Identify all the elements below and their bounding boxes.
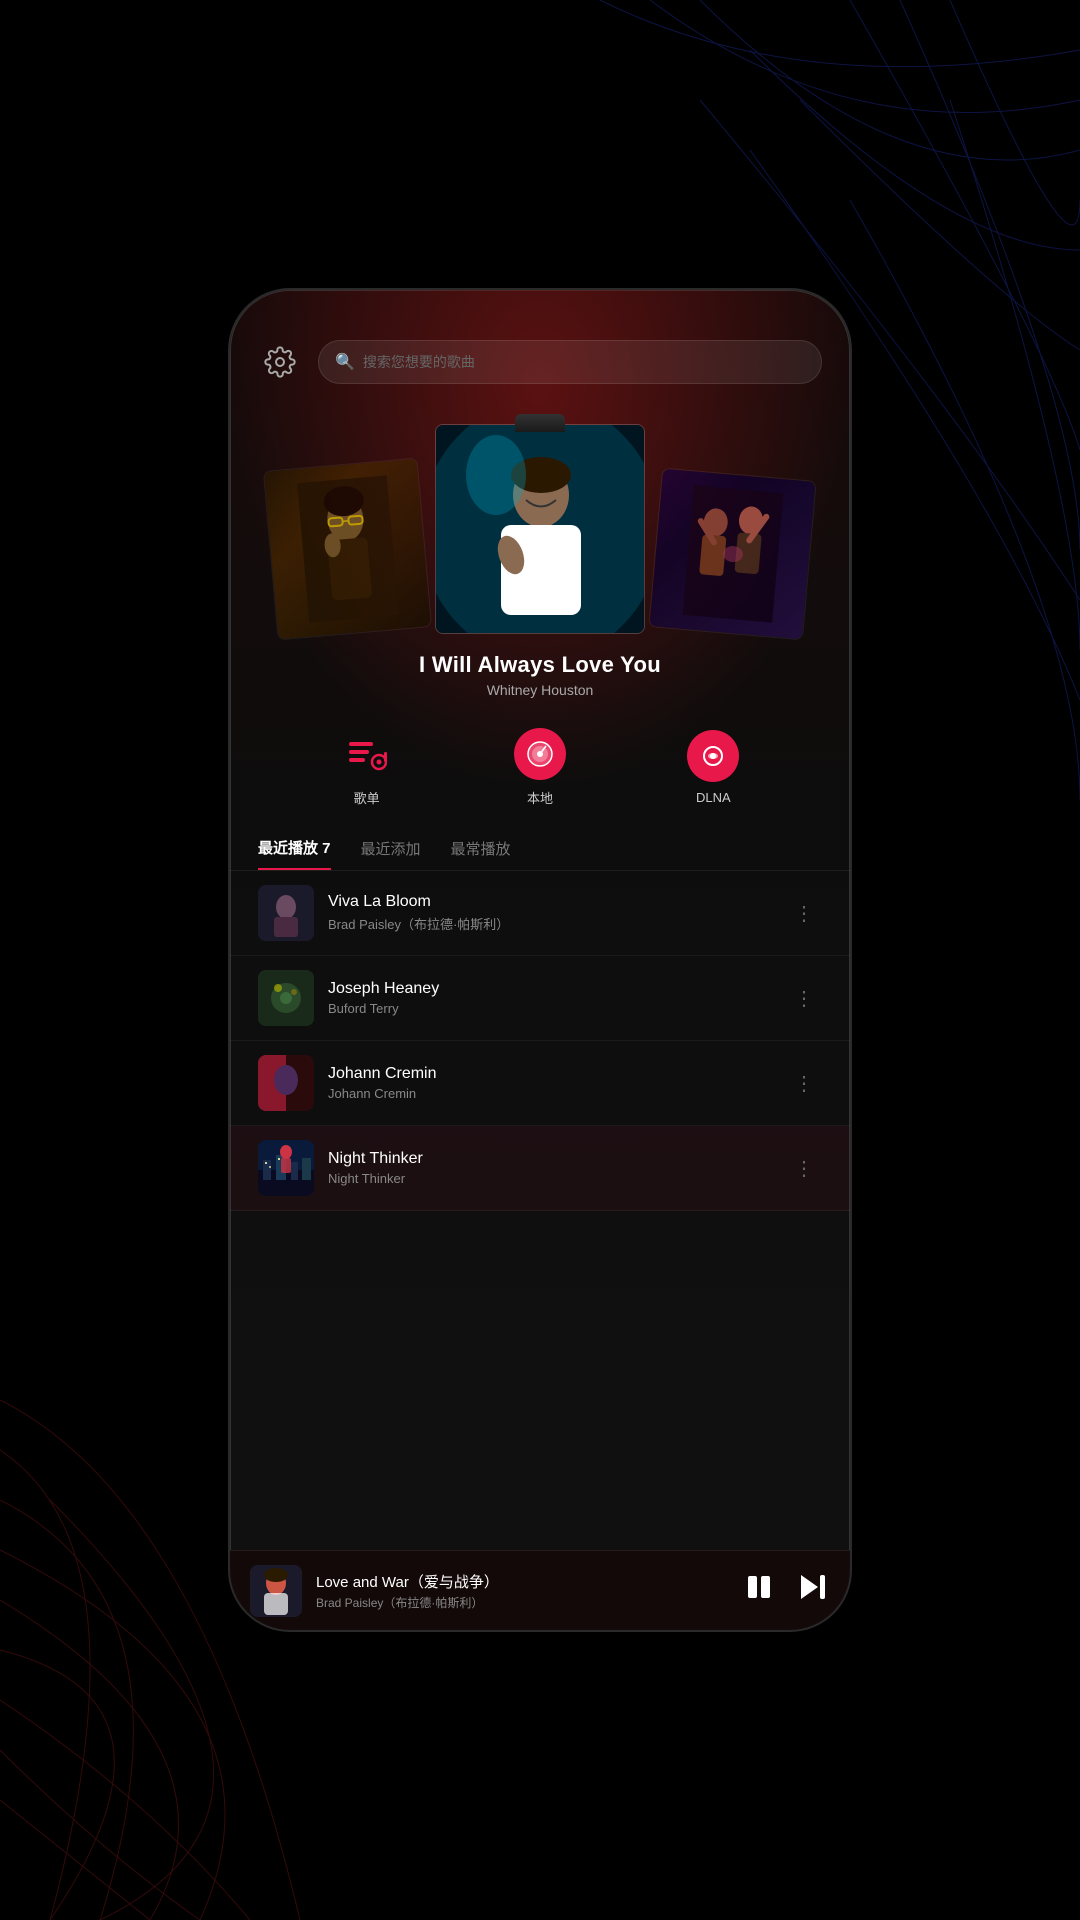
local-icon (514, 728, 566, 780)
song-thumb-3 (258, 1055, 314, 1111)
song-artist-3: Johann Cremin (328, 1086, 772, 1101)
nav-local[interactable]: 本地 (514, 728, 566, 807)
song-info-4: Night Thinker Night Thinker (328, 1150, 772, 1186)
song-title-3: Johann Cremin (328, 1065, 772, 1083)
song-row[interactable]: Joseph Heaney Buford Terry ⋮ (230, 956, 850, 1041)
song-title-4: Night Thinker (328, 1150, 772, 1168)
song-info-3: Johann Cremin Johann Cremin (328, 1065, 772, 1101)
song-artist-2: Buford Terry (328, 1001, 772, 1016)
song-row[interactable]: Viva La Bloom Brad Paisley（布拉德·帕斯利） ⋮ (230, 871, 850, 956)
tab-frequent[interactable]: 最常播放 (451, 838, 511, 869)
bar-controls (742, 1570, 830, 1611)
bar-song-title: Love and War（爱与战争） (316, 1571, 728, 1592)
more-btn-1[interactable]: ⋮ (786, 897, 822, 930)
nav-dlna-label: DLNA (696, 790, 731, 805)
skip-next-button[interactable] (796, 1570, 830, 1611)
more-btn-4[interactable]: ⋮ (786, 1152, 822, 1185)
dlna-icon (687, 730, 739, 782)
carousel-section: I Will Always Love You Whitney Houston (230, 404, 850, 708)
song-thumb-4 (258, 1140, 314, 1196)
album-card-center[interactable] (435, 424, 645, 634)
song-info-2: Joseph Heaney Buford Terry (328, 980, 772, 1016)
nav-playlist-label: 歌单 (354, 788, 380, 807)
pause-button[interactable] (742, 1570, 776, 1611)
featured-song-title: I Will Always Love You (419, 652, 661, 678)
song-title-2: Joseph Heaney (328, 980, 772, 998)
now-playing-bar[interactable]: Love and War（爱与战争） Brad Paisley（布拉德·帕斯利） (230, 1550, 850, 1630)
search-icon: 🔍 (335, 352, 355, 372)
featured-song-info: I Will Always Love You Whitney Houston (419, 634, 661, 708)
song-thumb-1 (258, 885, 314, 941)
song-row[interactable]: Johann Cremin Johann Cremin ⋮ (230, 1041, 850, 1126)
song-artist-4: Night Thinker (328, 1171, 772, 1186)
song-list: Viva La Bloom Brad Paisley（布拉德·帕斯利） ⋮ (230, 871, 850, 1550)
nav-icons: 歌单 本地 (230, 708, 850, 827)
search-bar[interactable]: 🔍 搜索您想要的歌曲 (318, 340, 822, 384)
bar-song-info: Love and War（爱与战争） Brad Paisley（布拉德·帕斯利） (316, 1571, 728, 1611)
song-row[interactable]: Night Thinker Night Thinker ⋮ (230, 1126, 850, 1211)
nav-playlist[interactable]: 歌单 (341, 728, 393, 807)
nav-dlna[interactable]: DLNA (687, 730, 739, 805)
album-card-right[interactable] (648, 468, 816, 641)
tabs-row: 最近播放 7 最近添加 最常播放 (230, 827, 850, 871)
song-artist-1: Brad Paisley（布拉德·帕斯利） (328, 914, 772, 933)
bar-album-thumb (250, 1565, 302, 1617)
tab-recent[interactable]: 最近播放 7 (258, 837, 331, 870)
header: 🔍 搜索您想要的歌曲 (230, 290, 850, 404)
more-btn-2[interactable]: ⋮ (786, 982, 822, 1015)
song-title-1: Viva La Bloom (328, 893, 772, 911)
playlist-icon (341, 728, 393, 780)
song-info-1: Viva La Bloom Brad Paisley（布拉德·帕斯利） (328, 893, 772, 933)
song-thumb-2 (258, 970, 314, 1026)
album-carousel (230, 414, 850, 634)
phone-frame: 🔍 搜索您想要的歌曲 (230, 290, 850, 1630)
tab-added[interactable]: 最近添加 (361, 838, 421, 869)
search-placeholder: 搜索您想要的歌曲 (363, 352, 475, 372)
settings-icon[interactable] (258, 340, 302, 384)
album-card-left[interactable] (263, 458, 432, 641)
featured-song-artist: Whitney Houston (419, 682, 661, 698)
more-btn-3[interactable]: ⋮ (786, 1067, 822, 1100)
nav-local-label: 本地 (527, 788, 553, 807)
bar-song-artist: Brad Paisley（布拉德·帕斯利） (316, 1594, 728, 1611)
